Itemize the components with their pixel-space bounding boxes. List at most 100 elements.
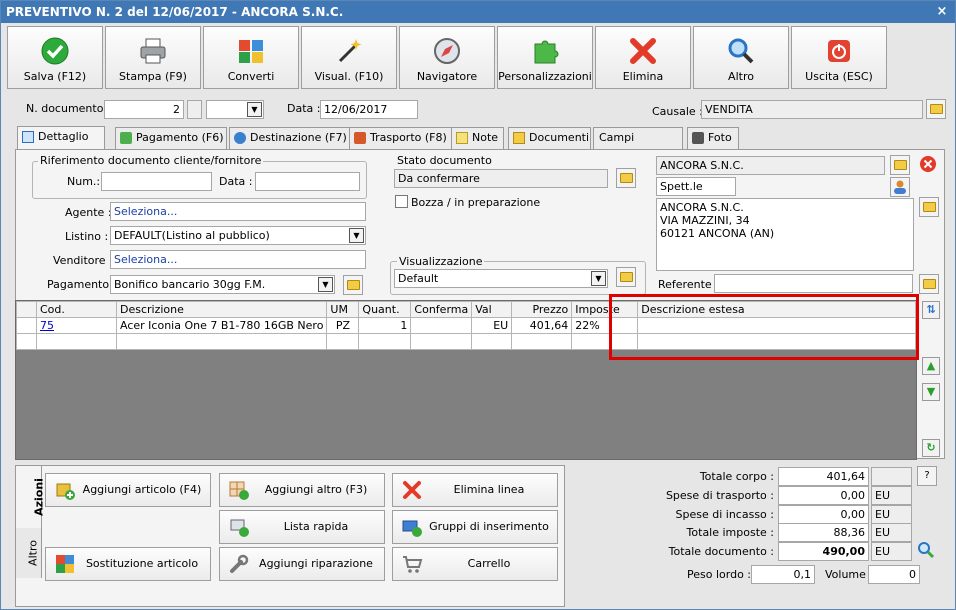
cell-um[interactable]: PZ — [326, 317, 360, 334]
quick-list-button[interactable]: Lista rapida — [219, 510, 385, 544]
add-other-button[interactable]: Aggiungi altro (F3) — [219, 473, 385, 507]
num-label: Num.: — [67, 175, 101, 188]
tab-documenti[interactable]: Documenti — [508, 127, 591, 149]
cart-button[interactable]: Carrello — [392, 547, 558, 581]
totale-documento-label: Totale documento : — [668, 545, 774, 558]
tab-pagamento[interactable]: Pagamento (F6) — [115, 127, 227, 149]
refresh-button[interactable]: ↻ — [922, 439, 940, 457]
sort-button[interactable]: ⇅ — [922, 301, 940, 319]
cell-conferma[interactable] — [410, 317, 473, 334]
empty-cell[interactable] — [471, 333, 513, 350]
stato-field[interactable]: Da confermare — [394, 169, 608, 188]
tab-azioni[interactable]: Azioni — [16, 466, 45, 528]
currency-field: EU — [871, 486, 912, 505]
visualizzazione-combo[interactable]: Default ▼ — [394, 269, 608, 288]
delete-line-button[interactable]: Elimina linea — [392, 473, 558, 507]
tab-trasporto[interactable]: Trasporto (F8) — [349, 127, 457, 149]
help-button[interactable]: ? — [917, 466, 937, 486]
spese-trasporto-field[interactable]: 0,00 — [778, 486, 869, 505]
contact-button[interactable] — [890, 177, 910, 197]
cell-val[interactable]: EU — [471, 317, 513, 334]
referente-folder-button[interactable] — [919, 274, 939, 294]
tab-campi-aggiuntivi[interactable]: Campi aggiuntivi — [593, 127, 683, 164]
col-cod[interactable]: Cod. — [36, 301, 117, 318]
chevron-down-icon[interactable]: ▼ — [247, 102, 262, 117]
empty-cell[interactable] — [326, 333, 360, 350]
stato-folder-button[interactable] — [616, 168, 636, 188]
customize-button[interactable]: Personalizzazioni — [497, 26, 593, 89]
preview-button[interactable]: Visual. (F10) — [301, 26, 397, 89]
empty-cell[interactable] — [358, 333, 412, 350]
chevron-down-icon[interactable]: ▼ — [591, 271, 606, 286]
empty-cell[interactable] — [511, 333, 573, 350]
spese-incasso-field[interactable]: 0,00 — [778, 505, 869, 524]
chevron-down-icon[interactable]: ▼ — [349, 228, 364, 243]
convert-button[interactable]: Converti — [203, 26, 299, 89]
empty-cell[interactable] — [115, 333, 328, 350]
tab-dettaglio[interactable]: Dettaglio (F5) — [17, 126, 105, 163]
pagamento-folder-button[interactable] — [343, 275, 363, 295]
volume-field[interactable]: 0 — [868, 565, 920, 584]
move-down-button[interactable]: ▼ — [922, 383, 940, 401]
exit-button[interactable]: Uscita (ESC) — [791, 26, 887, 89]
zoom-button[interactable] — [917, 541, 937, 561]
empty-cell[interactable] — [410, 333, 473, 350]
listino-combo[interactable]: DEFAULT(Listino al pubblico) ▼ — [110, 226, 366, 245]
cell-cod[interactable]: 75 — [36, 317, 117, 334]
tab-foto[interactable]: Foto — [687, 127, 739, 149]
pagamento-combo[interactable]: Bonifico bancario 30gg F.M. ▼ — [110, 275, 335, 294]
col-descrizione[interactable]: Descrizione — [115, 301, 328, 318]
causale-folder-button[interactable] — [926, 99, 946, 119]
col-val[interactable]: Val — [471, 301, 513, 318]
replace-icon — [56, 555, 74, 573]
cliente-name-field[interactable]: ANCORA S.N.C. — [656, 156, 885, 175]
address-box[interactable]: ANCORA S.N.C. VIA MAZZINI, 34 60121 ANCO… — [656, 198, 914, 271]
replace-article-button[interactable]: Sostituzione articolo — [45, 547, 211, 581]
venditore-field[interactable]: Seleziona... — [110, 250, 366, 269]
save-button[interactable]: Salva (F12) — [7, 26, 103, 89]
cod-link[interactable]: 75 — [40, 319, 54, 332]
navigator-button[interactable]: Navigatore — [399, 26, 495, 89]
visualizzazione-folder-button[interactable] — [616, 267, 636, 287]
cliente-folder-button[interactable] — [890, 155, 910, 175]
add-article-button[interactable]: Aggiungi articolo (F4) — [45, 473, 211, 507]
more-button[interactable]: Altro — [693, 26, 789, 89]
cell-prezzo[interactable]: 401,64 — [511, 317, 573, 334]
col-prezzo[interactable]: Prezzo — [511, 301, 573, 318]
col-conferma[interactable]: Conferma — [410, 301, 473, 318]
empty-cell[interactable] — [36, 333, 117, 350]
address-folder-button[interactable] — [919, 197, 939, 217]
chevron-down-icon[interactable]: ▼ — [318, 277, 333, 292]
ref-date-input[interactable] — [255, 172, 360, 191]
agente-field[interactable]: Seleziona... — [110, 202, 366, 221]
referente-input[interactable] — [714, 274, 913, 293]
cell-quant[interactable]: 1 — [358, 317, 412, 334]
col-quant[interactable]: Quant. — [358, 301, 412, 318]
address-line: VIA MAZZINI, 34 — [660, 214, 750, 227]
move-up-button[interactable]: ▲ — [922, 357, 940, 375]
tab-note[interactable]: Note — [451, 127, 504, 149]
insert-groups-button[interactable]: Gruppi di inserimento — [392, 510, 558, 544]
date-input[interactable]: 12/06/2017 — [320, 100, 418, 119]
totale-corpo-field: 401,64 — [778, 467, 869, 486]
causale-input[interactable]: VENDITA — [701, 100, 923, 119]
num-input[interactable] — [101, 172, 212, 191]
bozza-checkbox[interactable] — [395, 195, 408, 208]
add-repair-button[interactable]: Aggiungi riparazione — [219, 547, 385, 581]
close-icon[interactable]: × — [935, 1, 949, 23]
delete-line-label: Elimina linea — [453, 483, 525, 496]
cell-descrizione[interactable]: Acer Iconia One 7 B1-780 16GB Nero — [115, 317, 328, 334]
tab-altro[interactable]: Altro — [16, 528, 42, 578]
salutation-field[interactable]: Spett.le — [656, 177, 736, 196]
ndoc-spinner[interactable] — [187, 100, 202, 119]
ndoc-input[interactable]: 2 — [104, 100, 184, 119]
ndoc-label: N. documento : — [26, 102, 111, 115]
tab-destinazione[interactable]: Destinazione (F7) — [229, 127, 357, 149]
volume-label: Volume : — [825, 568, 874, 581]
print-button[interactable]: Stampa (F9) — [105, 26, 201, 89]
peso-field[interactable]: 0,1 — [751, 565, 815, 584]
cliente-clear-button[interactable] — [919, 155, 939, 175]
col-um[interactable]: UM — [326, 301, 360, 318]
delete-button[interactable]: Elimina — [595, 26, 691, 89]
series-combo[interactable]: ▼ — [206, 100, 264, 119]
